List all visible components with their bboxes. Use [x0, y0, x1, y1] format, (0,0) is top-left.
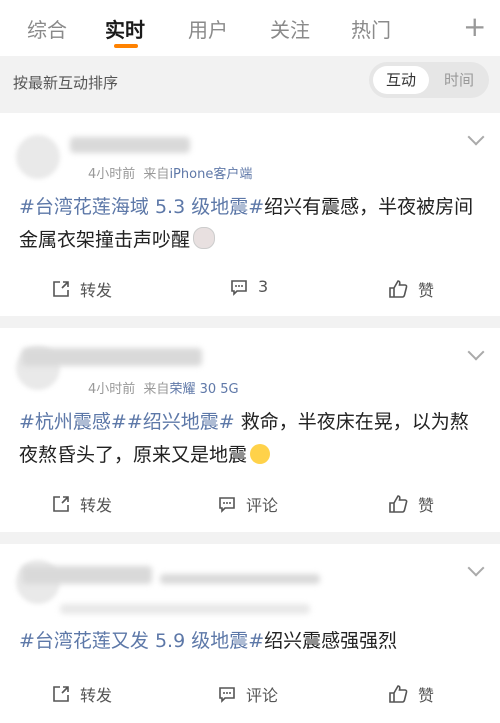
repost-icon	[53, 496, 69, 512]
card-divider	[0, 316, 500, 328]
chevron-down-icon[interactable]	[467, 343, 485, 361]
blurred-username	[70, 137, 190, 153]
post-card-3: #台湾花莲又发 5.9 级地震#绍兴震感强强烈 转发 评论 赞	[0, 544, 500, 723]
comment-button[interactable]: 评论	[218, 492, 278, 516]
like-label: 赞	[418, 686, 435, 705]
blurred-username	[22, 566, 152, 584]
post-content: #杭州震感##绍兴地震# 救命，半夜床在晃，以为熬夜熬昏头了，原来又是地震	[19, 406, 482, 472]
tab-comprehensive[interactable]: 综合	[27, 14, 67, 43]
post-content: #台湾花莲海域 5.3 级地震#绍兴有震感，半夜被房间金属衣架撞击声吵醒	[19, 191, 482, 257]
tab-following[interactable]: 关注	[270, 14, 310, 43]
post-actions: 转发 评论 赞	[0, 670, 500, 718]
blurred-meta	[60, 604, 310, 614]
toggle-interaction[interactable]: 互动	[373, 66, 429, 94]
comment-button[interactable]: 评论	[218, 682, 278, 706]
like-button[interactable]: 赞	[388, 682, 434, 706]
thumbs-up-icon	[389, 495, 408, 513]
topic-link[interactable]: #台湾花莲海域 5.3 级地震#	[19, 196, 264, 218]
active-tab-indicator	[114, 44, 138, 48]
crying-face-icon	[250, 444, 271, 464]
post-actions: 转发 3 赞	[0, 265, 500, 313]
comment-icon	[219, 497, 235, 513]
sort-label: 按最新互动排序	[13, 74, 119, 92]
repost-icon	[53, 281, 69, 297]
post-card-1: 4小时前 来自iPhone客户端 #台湾花莲海域 5.3 级地震#绍兴有震感，半…	[0, 113, 500, 316]
tab-users[interactable]: 用户	[188, 14, 228, 43]
post-source[interactable]: 荣耀 30 5G	[169, 382, 238, 397]
repost-icon	[53, 686, 69, 702]
comment-icon	[219, 687, 235, 703]
post-source[interactable]: iPhone客户端	[169, 167, 252, 182]
repost-button[interactable]: 转发	[52, 277, 112, 301]
from-prefix: 来自	[143, 382, 170, 397]
sad-face-icon	[193, 227, 216, 249]
post-time: 4小时前	[88, 167, 136, 182]
topic-link[interactable]: #台湾花莲又发 5.9 级地震#	[19, 630, 264, 652]
like-label: 赞	[418, 496, 435, 515]
post-content: #台湾花莲又发 5.9 级地震#绍兴震感强强烈	[19, 625, 482, 658]
post-card-2: 4小时前 来自荣耀 30 5G #杭州震感##绍兴地震# 救命，半夜床在晃，以为…	[0, 328, 500, 532]
like-button[interactable]: 赞	[388, 277, 434, 301]
post-time: 4小时前	[88, 382, 136, 397]
card-divider	[0, 532, 500, 544]
comment-label: 评论	[246, 496, 279, 515]
top-tab-bar: 综合 实时 用户 关注 热门 +	[0, 0, 500, 56]
avatar[interactable]	[16, 135, 60, 179]
comment-icon	[231, 279, 247, 296]
repost-button[interactable]: 转发	[52, 682, 112, 706]
post-meta: 4小时前 来自iPhone客户端	[88, 163, 252, 182]
comment-button[interactable]: 3	[230, 277, 268, 296]
thumbs-up-icon	[389, 685, 408, 703]
repost-label: 转发	[80, 496, 113, 515]
comment-count: 3	[258, 277, 269, 296]
add-tab-icon[interactable]: +	[463, 10, 486, 43]
repost-button[interactable]: 转发	[52, 492, 112, 516]
sort-toggle[interactable]: 互动 时间	[369, 62, 489, 98]
thumbs-up-icon	[389, 280, 408, 298]
post-actions: 转发 评论 赞	[0, 480, 500, 528]
tab-realtime[interactable]: 实时	[105, 14, 145, 43]
chevron-down-icon[interactable]	[467, 559, 485, 577]
blurred-username-extra	[160, 574, 320, 584]
comment-label: 评论	[246, 686, 279, 705]
chevron-down-icon[interactable]	[467, 128, 485, 146]
like-label: 赞	[418, 281, 435, 300]
repost-label: 转发	[80, 281, 113, 300]
blurred-username	[22, 348, 202, 366]
tab-hot[interactable]: 热门	[351, 14, 391, 43]
toggle-time[interactable]: 时间	[433, 66, 485, 94]
post-text: 绍兴震感强强烈	[264, 630, 398, 652]
like-button[interactable]: 赞	[388, 492, 434, 516]
repost-label: 转发	[80, 686, 113, 705]
topic-link[interactable]: #杭州震感##绍兴地震#	[19, 411, 235, 433]
post-meta: 4小时前 来自荣耀 30 5G	[88, 378, 239, 397]
from-prefix: 来自	[143, 167, 170, 182]
